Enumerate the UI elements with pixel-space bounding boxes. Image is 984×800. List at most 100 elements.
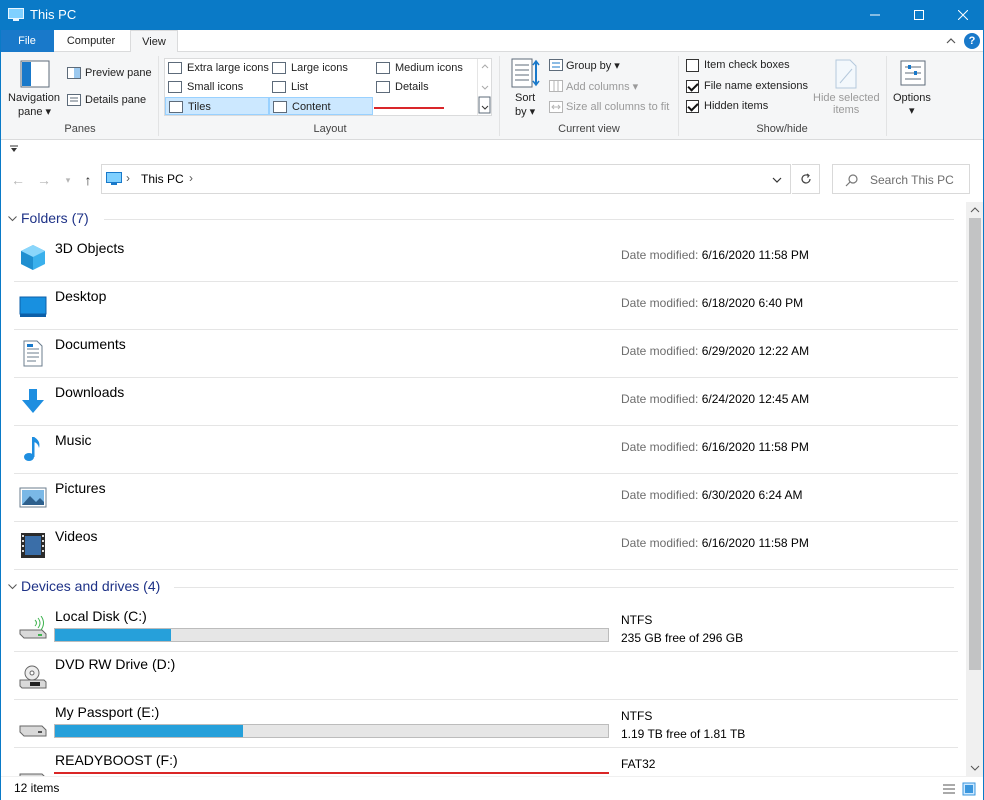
date-label: Date modified: — [621, 248, 699, 262]
drive-readyboost-f[interactable]: READYBOOST (F:) FAT32 — [14, 748, 958, 776]
item-check-boxes-label: Item check boxes — [704, 59, 790, 71]
drive-usage-fill — [54, 772, 609, 774]
up-button[interactable]: ↑ — [80, 172, 96, 188]
date-value: 6/16/2020 11:58 PM — [701, 248, 809, 262]
hide-selected-items-button[interactable]: Hide selected — [813, 92, 880, 104]
date-value: 6/24/2020 12:45 AM — [701, 392, 810, 406]
drive-free-space: 1.19 TB free of 1.81 TB — [621, 727, 746, 741]
hidden-items-checkbox[interactable] — [686, 100, 699, 113]
recent-locations-button[interactable]: ▾ — [60, 172, 76, 188]
sort-by-dropdown[interactable]: by ▾ — [515, 105, 535, 118]
vertical-scrollbar[interactable] — [966, 202, 984, 776]
devices-group-header[interactable]: Devices and drives (4) — [8, 578, 954, 598]
close-button[interactable] — [940, 0, 984, 30]
scroll-down-icon[interactable] — [970, 764, 980, 772]
search-icon — [845, 174, 858, 187]
forward-button[interactable]: → — [36, 172, 52, 188]
tab-view[interactable]: View — [130, 30, 178, 53]
layout-extra-large-icons[interactable]: Extra large icons — [165, 59, 269, 77]
layout-small-icons[interactable]: Small icons — [165, 78, 269, 96]
videos-icon — [21, 533, 45, 558]
add-columns-button[interactable]: Add columns ▾ — [566, 80, 638, 93]
drive-local-disk-c[interactable]: Local Disk (C:) NTFS 235 GB free of 296 … — [14, 604, 958, 652]
layout-tiles[interactable]: Tiles — [165, 97, 269, 115]
quick-access-toolbar — [0, 140, 984, 158]
tab-file[interactable]: File — [0, 30, 54, 52]
layout-item-label: Details — [395, 81, 429, 93]
date-value: 6/18/2020 6:40 PM — [701, 296, 804, 310]
breadcrumb-chevron[interactable]: › — [189, 171, 193, 185]
navigation-pane-button[interactable]: Navigation — [8, 92, 60, 104]
hide-selected-label: Hide selected — [813, 92, 880, 104]
ribbon-tabs: File Computer View ? — [0, 30, 984, 53]
options-dropdown-icon[interactable]: ▾ — [909, 104, 915, 117]
tab-computer[interactable]: Computer — [56, 30, 126, 52]
ribbon-divider — [678, 56, 679, 136]
list-item-3d-objects[interactable]: 3D Objects Date modified: 6/16/2020 11:5… — [14, 234, 958, 282]
refresh-button[interactable] — [792, 164, 820, 194]
list-item-music[interactable]: Music Date modified: 6/16/2020 11:58 PM — [14, 426, 958, 474]
item-name: Downloads — [55, 384, 125, 400]
layout-medium-icons[interactable]: Medium icons — [373, 59, 477, 77]
file-name-extensions-checkbox[interactable] — [686, 80, 699, 93]
customize-toolbar-icon[interactable] — [10, 145, 18, 153]
chevron-down-icon[interactable] — [772, 176, 782, 184]
layout-item-label: Large icons — [291, 62, 348, 74]
layout-item-label: Tiles — [188, 101, 211, 113]
date-label: Date modified: — [621, 296, 699, 310]
hidden-items-label: Hidden items — [704, 100, 769, 112]
item-check-boxes-checkbox[interactable] — [686, 59, 699, 72]
layout-large-icons[interactable]: Large icons — [269, 59, 373, 77]
minimize-button[interactable] — [852, 0, 898, 30]
drive-dvd-rw-d[interactable]: DVD RW Drive (D:) — [14, 652, 958, 700]
file-name-extensions-label: File name extensions — [704, 80, 808, 92]
help-icon[interactable]: ? — [964, 33, 980, 49]
scroll-up-icon[interactable] — [970, 206, 980, 214]
large-icons-view-icon[interactable] — [962, 782, 976, 796]
options-button[interactable]: Options — [893, 92, 931, 104]
drive-free-space: 235 GB free of 296 GB — [621, 631, 744, 645]
list-item-desktop[interactable]: Desktop Date modified: 6/18/2020 6:40 PM — [14, 282, 958, 330]
drive-my-passport-e[interactable]: My Passport (E:) NTFS 1.19 TB free of 1.… — [14, 700, 958, 748]
downloads-icon — [22, 389, 44, 413]
navigation-pane-dropdown[interactable]: pane ▾ — [18, 105, 51, 118]
layout-item-label: Extra large icons — [187, 62, 269, 74]
close-icon — [958, 10, 968, 20]
folders-group-header[interactable]: Folders (7) — [8, 210, 954, 230]
scrollbar-thumb[interactable] — [969, 218, 981, 670]
breadcrumb-chevron[interactable]: › — [126, 171, 130, 185]
item-name: 3D Objects — [55, 240, 125, 256]
preview-pane-icon — [67, 67, 81, 79]
details-pane-button[interactable]: Details pane — [85, 94, 146, 106]
layout-details[interactable]: Details — [373, 78, 477, 96]
item-date: Date modified: 6/18/2020 6:40 PM — [621, 296, 803, 310]
list-item-downloads[interactable]: Downloads Date modified: 6/24/2020 12:45… — [14, 378, 958, 426]
details-view-icon[interactable] — [942, 782, 956, 796]
item-name: My Passport (E:) — [55, 704, 160, 720]
search-box[interactable]: Search This PC — [832, 164, 970, 194]
layout-item-label: List — [291, 81, 309, 93]
group-by-label: Group by — [566, 60, 612, 72]
collapse-ribbon-icon[interactable] — [944, 34, 958, 48]
group-by-button[interactable]: Group by ▾ — [566, 59, 620, 72]
large-icons-icon — [272, 62, 286, 74]
group-divider — [174, 587, 954, 588]
group-by-icon — [549, 59, 563, 71]
breadcrumb-this-pc[interactable]: This PC — [141, 172, 184, 186]
layout-content[interactable]: Content — [269, 97, 373, 115]
list-item-documents[interactable]: Documents Date modified: 6/29/2020 12:22… — [14, 330, 958, 378]
item-name: Videos — [55, 528, 98, 544]
content-icon — [273, 101, 287, 113]
sort-by-label-2: by — [515, 106, 527, 118]
maximize-button[interactable] — [896, 0, 942, 30]
back-button[interactable]: ← — [10, 172, 26, 188]
layout-list[interactable]: List — [269, 78, 373, 96]
list-item-videos[interactable]: Videos Date modified: 6/16/2020 11:58 PM — [14, 522, 958, 570]
size-all-columns-button[interactable]: Size all columns to fit — [566, 101, 669, 113]
layout-gallery-scroll[interactable] — [477, 59, 491, 115]
list-item-pictures[interactable]: Pictures Date modified: 6/30/2020 6:24 A… — [14, 474, 958, 522]
preview-pane-button[interactable]: Preview pane — [85, 67, 152, 79]
address-bar[interactable]: › This PC › — [101, 164, 791, 194]
status-bar: 12 items — [0, 776, 984, 800]
sort-by-button[interactable]: Sort — [515, 92, 535, 104]
